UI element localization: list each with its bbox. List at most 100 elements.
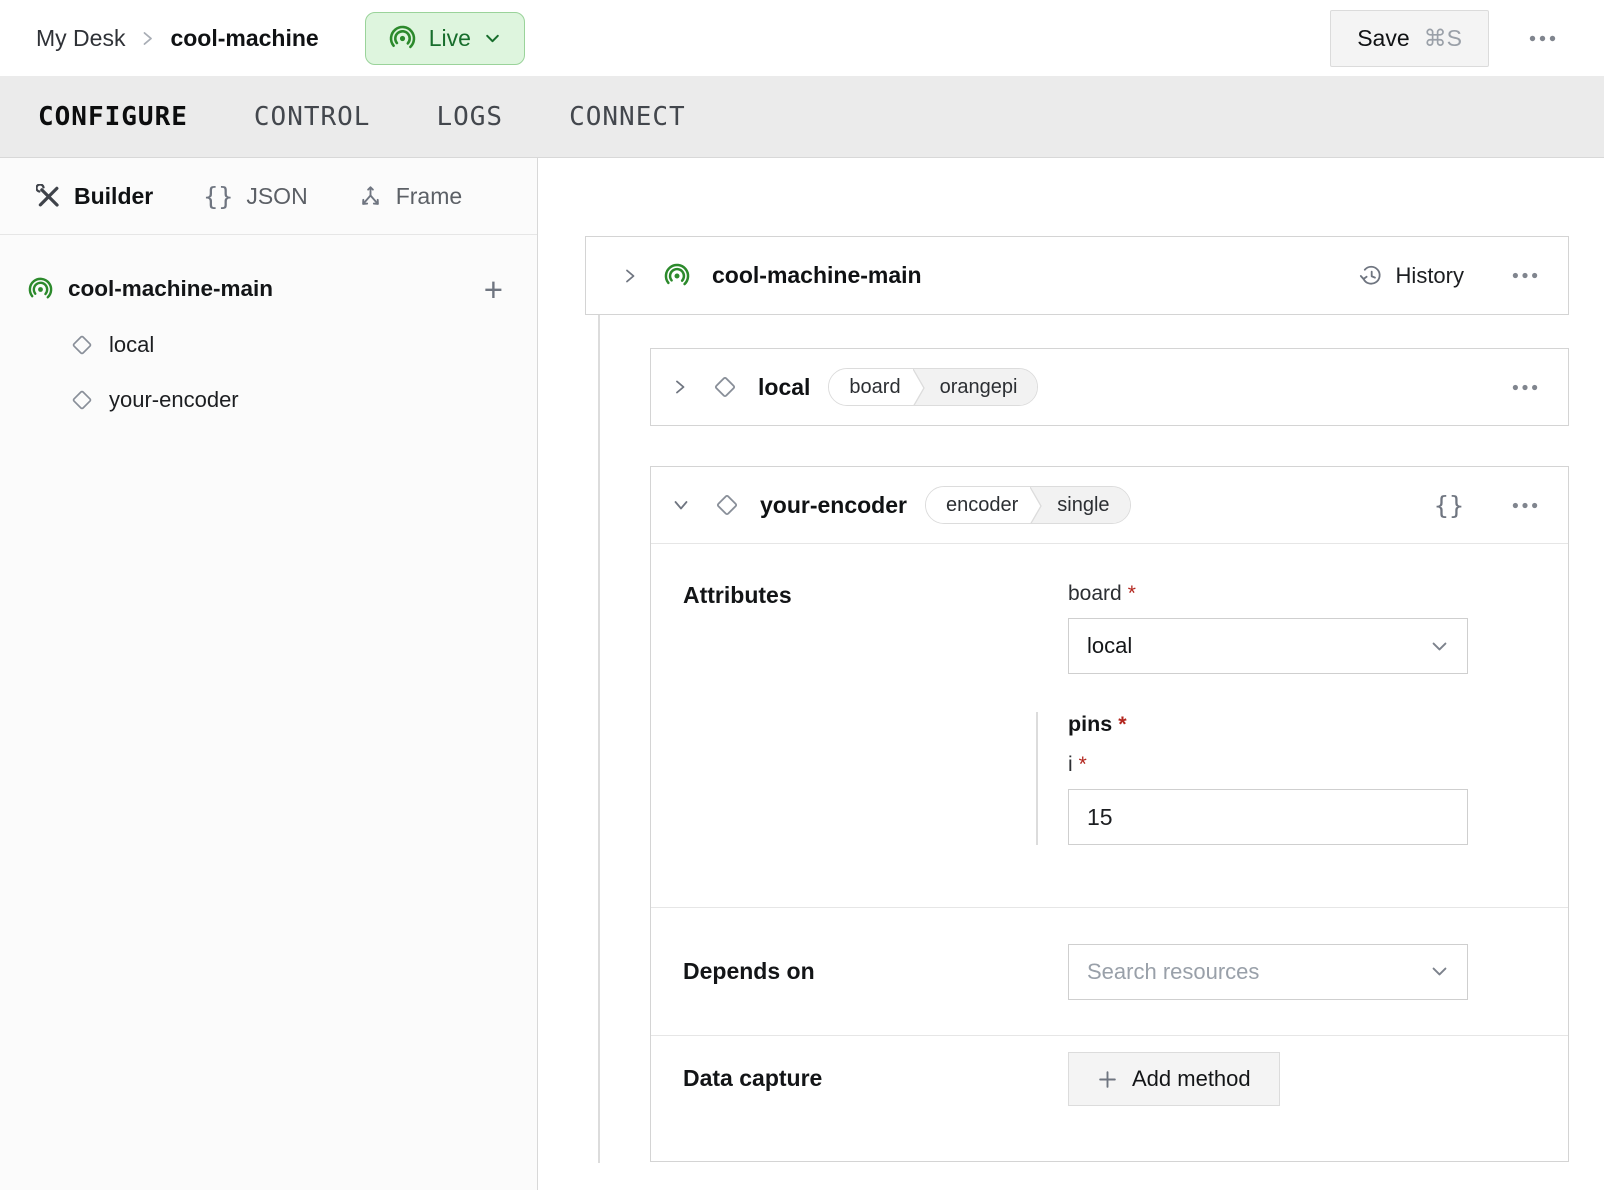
- topbar-menu-button[interactable]: [1525, 31, 1560, 46]
- expand-local-button[interactable]: [668, 374, 692, 400]
- tree-item-local[interactable]: local: [0, 317, 537, 372]
- encoder-json-toggle-button[interactable]: {}: [1428, 490, 1470, 521]
- add-method-button-label: Add method: [1132, 1066, 1251, 1092]
- board-label-text: board: [1068, 582, 1122, 605]
- add-method-button[interactable]: Add method: [1068, 1052, 1280, 1106]
- view-tab-frame[interactable]: Frame: [358, 183, 462, 210]
- diamond-icon: [712, 374, 738, 400]
- machine-card-title: cool-machine-main: [712, 262, 922, 289]
- save-button[interactable]: Save ⌘S: [1330, 10, 1489, 67]
- tools-icon: [36, 184, 61, 209]
- pins-group: pins* i*: [1036, 712, 1468, 845]
- data-capture-section-label: Data capture: [683, 1065, 1068, 1092]
- view-tab-json-label: JSON: [246, 183, 307, 210]
- live-status-button[interactable]: Live: [365, 12, 525, 65]
- required-asterisk: *: [1128, 582, 1136, 605]
- braces-icon: {}: [203, 182, 233, 211]
- encoder-menu-button[interactable]: [1508, 498, 1542, 513]
- history-button-label: History: [1396, 263, 1464, 289]
- badge-divider-icon: [1030, 487, 1045, 524]
- chevron-down-icon: [1430, 637, 1449, 656]
- badge-model: single: [1045, 487, 1129, 523]
- ellipsis-icon: [1512, 502, 1538, 509]
- history-button[interactable]: History: [1353, 262, 1470, 290]
- view-tab-json[interactable]: {} JSON: [203, 182, 307, 211]
- diamond-icon: [70, 333, 94, 357]
- local-menu-button[interactable]: [1508, 380, 1542, 395]
- local-card-header: local board orangepi: [651, 349, 1568, 425]
- local-board-card: local board orangepi: [650, 348, 1569, 426]
- required-asterisk: *: [1079, 753, 1087, 776]
- view-tab-builder[interactable]: Builder: [36, 183, 153, 210]
- chevron-down-icon: [484, 30, 501, 47]
- save-shortcut: ⌘S: [1424, 25, 1462, 52]
- local-type-badge: board orangepi: [828, 368, 1038, 406]
- machine-card-header: cool-machine-main History: [586, 237, 1568, 314]
- topbar: My Desk cool-machine Live Save ⌘S: [0, 0, 1604, 76]
- depends-on-select[interactable]: Search resources: [1068, 944, 1468, 1000]
- encoder-card-header: your-encoder encoder single {}: [651, 467, 1568, 543]
- tree-item-local-label: local: [109, 332, 154, 358]
- pins-field-label: pins*: [1068, 712, 1468, 737]
- attributes-section-label: Attributes: [683, 582, 1068, 907]
- tree-item-machine[interactable]: cool-machine-main +: [0, 261, 537, 317]
- pins-label-text: pins: [1068, 712, 1112, 736]
- topbar-actions: Save ⌘S: [1330, 10, 1560, 67]
- board-select[interactable]: local: [1068, 618, 1468, 674]
- plus-icon: [1097, 1069, 1118, 1090]
- tab-connect[interactable]: CONNECT: [569, 102, 686, 132]
- ellipsis-icon: [1529, 35, 1556, 42]
- pin-i-label-text: i: [1068, 753, 1073, 776]
- tree-item-your-encoder-label: your-encoder: [109, 387, 239, 413]
- board-field-label: board *: [1068, 582, 1468, 606]
- viam-logo-icon: [28, 277, 53, 302]
- badge-type: encoder: [926, 487, 1030, 523]
- tree-item-your-encoder[interactable]: your-encoder: [0, 372, 537, 427]
- view-switcher: Builder {} JSON Frame: [0, 158, 537, 235]
- breadcrumb: My Desk cool-machine: [36, 25, 319, 52]
- machine-card-actions: History: [1353, 262, 1542, 290]
- viam-logo-icon: [664, 263, 690, 289]
- encoder-card-title: your-encoder: [760, 492, 907, 519]
- breadcrumb-parent-link[interactable]: My Desk: [36, 25, 125, 52]
- expand-machine-button[interactable]: [618, 263, 642, 289]
- breadcrumb-current: cool-machine: [170, 25, 318, 52]
- viam-logo-icon: [389, 25, 416, 52]
- data-capture-section: Data capture Add method: [651, 1035, 1568, 1161]
- badge-model: orangepi: [928, 369, 1038, 405]
- depends-on-section: Depends on Search resources: [651, 907, 1568, 1035]
- resource-tree: cool-machine-main + local your-encoder: [0, 235, 537, 427]
- diamond-icon: [70, 388, 94, 412]
- collapse-encoder-button[interactable]: [668, 493, 694, 517]
- required-asterisk: *: [1118, 712, 1126, 736]
- chevron-right-icon: [622, 267, 638, 285]
- tab-configure[interactable]: CONFIGURE: [38, 102, 188, 132]
- badge-type: board: [829, 369, 912, 405]
- diamond-icon: [714, 492, 740, 518]
- sidebar: Builder {} JSON Frame cool-machine-main …: [0, 158, 538, 1190]
- ellipsis-icon: [1512, 272, 1538, 279]
- machine-card: cool-machine-main History: [585, 236, 1569, 315]
- encoder-card: your-encoder encoder single {} At: [650, 466, 1569, 1162]
- tabbar: CONFIGURE CONTROL LOGS CONNECT: [0, 76, 1604, 158]
- pin-i-input[interactable]: [1068, 789, 1468, 845]
- live-status-label: Live: [429, 25, 471, 52]
- history-icon: [1359, 263, 1384, 288]
- chevron-right-icon: [672, 378, 688, 396]
- view-tab-builder-label: Builder: [74, 183, 153, 210]
- chevron-down-icon: [672, 497, 690, 513]
- tab-control[interactable]: CONTROL: [254, 102, 371, 132]
- local-card-title: local: [758, 374, 810, 401]
- machine-menu-button[interactable]: [1508, 268, 1542, 283]
- board-select-value: local: [1087, 633, 1132, 659]
- add-component-button[interactable]: +: [480, 273, 507, 306]
- frame-icon: [358, 184, 383, 209]
- depends-on-placeholder: Search resources: [1087, 959, 1259, 985]
- depends-on-section-label: Depends on: [683, 958, 1068, 985]
- pin-i-label: i*: [1068, 753, 1468, 777]
- chevron-down-icon: [1430, 962, 1449, 981]
- badge-divider-icon: [913, 369, 928, 406]
- chevron-right-icon: [140, 30, 155, 47]
- tab-logs[interactable]: LOGS: [436, 102, 503, 132]
- save-button-label: Save: [1357, 25, 1409, 52]
